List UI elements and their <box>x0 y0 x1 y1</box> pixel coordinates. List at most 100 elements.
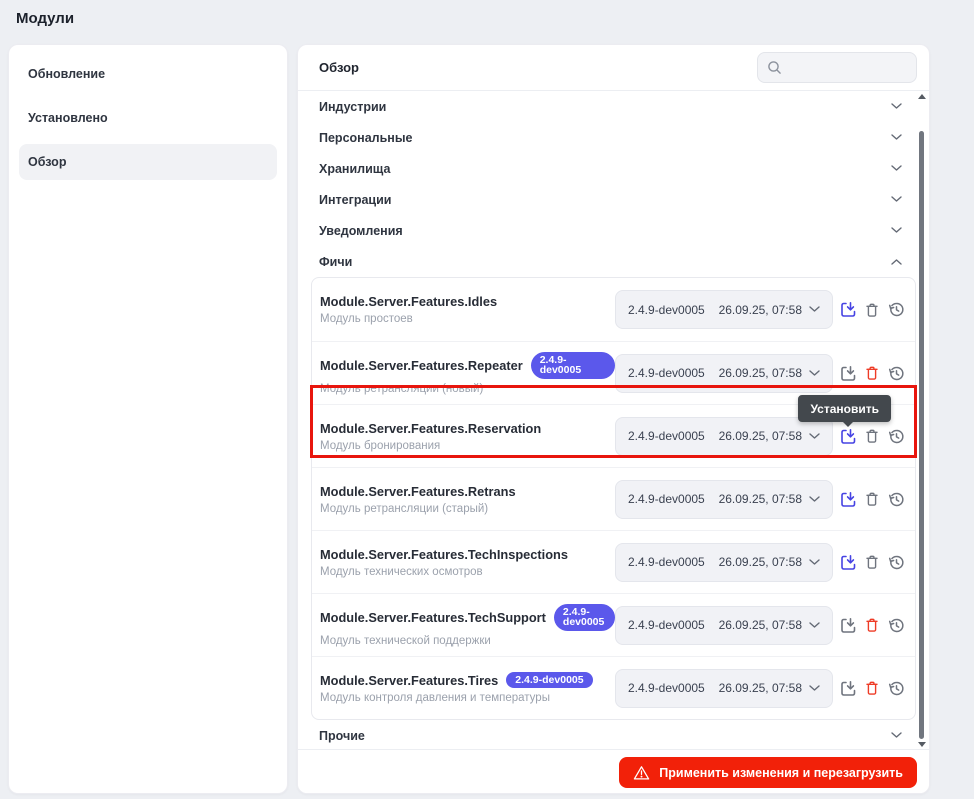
module-controls: 2.4.9-dev0005 26.09.25, 07:58 <box>615 543 905 582</box>
tooltip-label: Установить <box>810 402 879 416</box>
module-name: Module.Server.Features.TechSupport <box>320 610 546 625</box>
delete-button[interactable] <box>863 301 881 319</box>
sidebar-item[interactable]: Установлено <box>19 100 277 136</box>
version-select[interactable]: 2.4.9-dev0005 26.09.25, 07:58 <box>615 290 833 329</box>
scroll-thumb[interactable] <box>919 131 924 739</box>
install-button[interactable] <box>839 301 857 319</box>
category-row[interactable]: Уведомления <box>298 215 929 246</box>
install-button[interactable] <box>839 679 857 697</box>
version-select[interactable]: 2.4.9-dev0005 26.09.25, 07:58 <box>615 606 833 645</box>
version-label: 2.4.9-dev0005 <box>628 366 705 380</box>
sidebar-item[interactable]: Обзор <box>19 144 277 180</box>
category-row[interactable]: Хранилища <box>298 153 929 184</box>
history-button[interactable] <box>887 553 905 571</box>
chevron-down-icon <box>891 134 902 141</box>
search-icon <box>767 60 782 75</box>
build-date-label: 26.09.25, 07:58 <box>719 429 802 443</box>
module-description: Модуль контроля давления и температуры <box>320 692 593 704</box>
history-button[interactable] <box>887 679 905 697</box>
categories-list: Индустрии Персональные Хранилища Интегра… <box>298 91 929 751</box>
sidebar-item-label: Обзор <box>28 155 66 169</box>
install-button[interactable] <box>839 490 857 508</box>
apply-restart-button[interactable]: Применить изменения и перезагрузить <box>619 757 917 788</box>
chevron-down-icon <box>891 732 902 739</box>
delete-button[interactable] <box>863 679 881 697</box>
trash-icon <box>864 554 880 570</box>
history-icon <box>888 365 905 382</box>
module-description: Модуль ретрансляции (новый) <box>320 383 615 395</box>
module-name: Module.Server.Features.Repeater <box>320 358 523 373</box>
install-button[interactable] <box>839 616 857 634</box>
delete-button[interactable] <box>863 553 881 571</box>
history-button[interactable] <box>887 427 905 445</box>
search-input[interactable] <box>788 61 907 75</box>
version-label: 2.4.9-dev0005 <box>628 492 705 506</box>
version-select[interactable]: 2.4.9-dev0005 26.09.25, 07:58 <box>615 543 833 582</box>
category-row-features[interactable]: Фичи <box>298 246 929 277</box>
install-download-icon <box>840 365 857 382</box>
delete-button[interactable] <box>863 616 881 634</box>
history-button[interactable] <box>887 301 905 319</box>
features-modules-card: Module.Server.Features.Idles Модуль прос… <box>311 277 916 720</box>
build-date-label: 26.09.25, 07:58 <box>719 618 802 632</box>
version-select[interactable]: 2.4.9-dev0005 26.09.25, 07:58 <box>615 480 833 519</box>
module-row: Module.Server.Features.TechSupport 2.4.9… <box>312 593 915 656</box>
module-controls: 2.4.9-dev0005 26.09.25, 07:58 <box>615 480 905 519</box>
install-download-icon <box>840 554 857 571</box>
version-label: 2.4.9-dev0005 <box>628 429 705 443</box>
history-icon <box>888 301 905 318</box>
module-info: Module.Server.Features.Repeater 2.4.9-de… <box>320 352 615 395</box>
search-box[interactable] <box>757 52 917 83</box>
trash-icon <box>864 680 880 696</box>
category-label: Интеграции <box>319 193 391 207</box>
version-select[interactable]: 2.4.9-dev0005 26.09.25, 07:58 <box>615 354 833 393</box>
version-select[interactable]: 2.4.9-dev0005 26.09.25, 07:58 <box>615 417 833 456</box>
chevron-down-icon <box>891 103 902 110</box>
install-button[interactable] <box>839 553 857 571</box>
history-button[interactable] <box>887 490 905 508</box>
category-label: Уведомления <box>319 224 403 238</box>
version-select[interactable]: 2.4.9-dev0005 26.09.25, 07:58 <box>615 669 833 708</box>
delete-button[interactable] <box>863 490 881 508</box>
history-icon <box>888 617 905 634</box>
category-row[interactable]: Интеграции <box>298 184 929 215</box>
install-download-icon <box>840 428 857 445</box>
chevron-down-icon <box>809 622 820 629</box>
module-name: Module.Server.Features.Tires <box>320 673 498 688</box>
trash-icon <box>864 365 880 381</box>
scroll-up-arrow[interactable] <box>918 94 926 100</box>
chevron-down-icon <box>891 196 902 203</box>
delete-button[interactable] <box>863 427 881 445</box>
version-label: 2.4.9-dev0005 <box>628 618 705 632</box>
history-button[interactable] <box>887 364 905 382</box>
chevron-down-icon <box>809 559 820 566</box>
modules-panel: Обзор Индустрии Персональные Хранилища И… <box>297 44 930 794</box>
category-row[interactable]: Индустрии <box>298 91 929 122</box>
version-label: 2.4.9-dev0005 <box>628 681 705 695</box>
module-info: Module.Server.Features.TechInspections М… <box>320 547 568 578</box>
installed-version-badge: 2.4.9-dev0005 <box>506 672 592 689</box>
version-label: 2.4.9-dev0005 <box>628 555 705 569</box>
module-row: Module.Server.Features.Tires 2.4.9-dev00… <box>312 656 915 719</box>
module-controls: 2.4.9-dev0005 26.09.25, 07:58 <box>615 417 905 456</box>
install-button[interactable] <box>839 364 857 382</box>
sidebar-item[interactable]: Обновление <box>19 56 277 92</box>
module-description: Модуль технических осмотров <box>320 566 568 578</box>
category-row[interactable]: Персональные <box>298 122 929 153</box>
install-button[interactable] <box>839 427 857 445</box>
category-row[interactable]: Прочие <box>298 720 929 751</box>
module-name: Module.Server.Features.Reservation <box>320 421 541 436</box>
build-date-label: 26.09.25, 07:58 <box>719 366 802 380</box>
build-date-label: 26.09.25, 07:58 <box>719 303 802 317</box>
delete-button[interactable] <box>863 364 881 382</box>
module-description: Модуль простоев <box>320 313 497 325</box>
history-button[interactable] <box>887 616 905 634</box>
history-icon <box>888 491 905 508</box>
scroll-down-arrow[interactable] <box>918 742 926 748</box>
install-download-icon <box>840 617 857 634</box>
history-icon <box>888 428 905 445</box>
module-controls: 2.4.9-dev0005 26.09.25, 07:58 <box>615 290 905 329</box>
module-row: Module.Server.Features.Reservation Модул… <box>312 404 915 467</box>
module-controls: 2.4.9-dev0005 26.09.25, 07:58 <box>615 606 905 645</box>
module-row: Module.Server.Features.Retrans Модуль ре… <box>312 467 915 530</box>
